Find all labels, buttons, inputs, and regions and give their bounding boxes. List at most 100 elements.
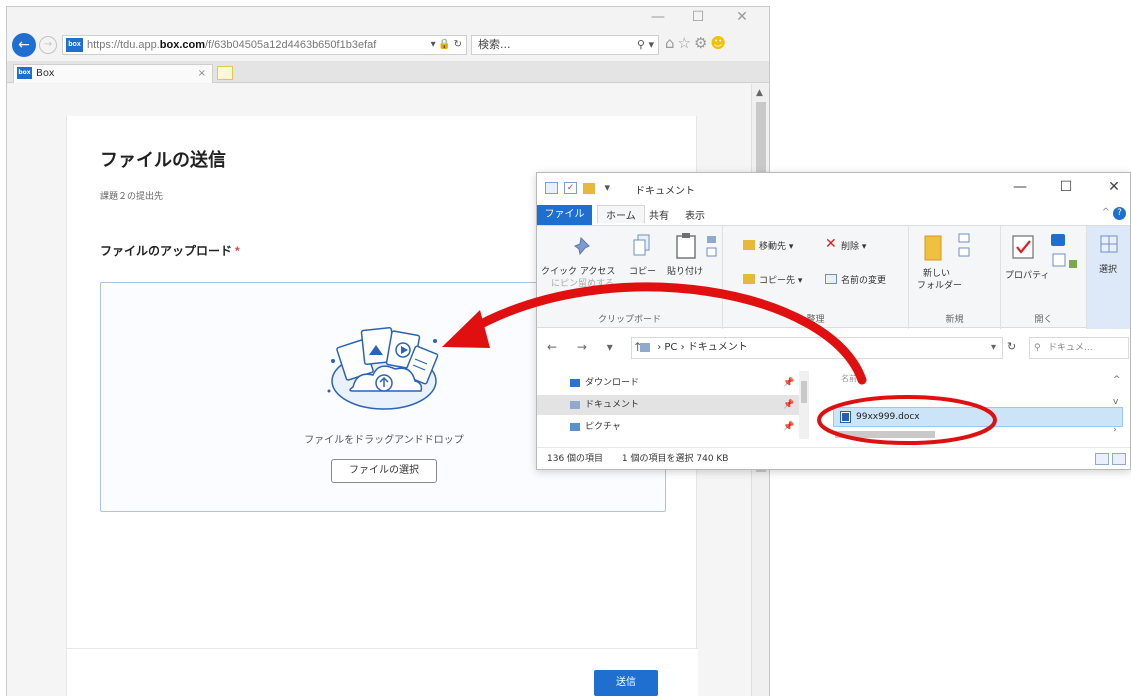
new-folder-line2[interactable]: フォルダー	[917, 278, 962, 291]
explorer-close-button[interactable]: ✕	[1099, 179, 1129, 195]
new-item-icon	[958, 233, 970, 257]
file-horizontal-scroll-thumb[interactable]	[835, 431, 935, 438]
help-icon[interactable]: ?	[1113, 207, 1126, 220]
file-row-docx[interactable]: 99xx999.docx	[833, 407, 1123, 427]
delete-icon: ✕	[825, 236, 837, 252]
select-grid-icon	[1100, 235, 1118, 253]
required-mark: *	[235, 244, 240, 258]
browser-close-button[interactable]: ✕	[727, 9, 757, 25]
explorer-path-bar[interactable]: › PC › ドキュメント ▾	[631, 337, 1003, 359]
ribbon-group-select: 選択	[1087, 226, 1130, 329]
pin-icon	[573, 236, 590, 256]
copy-button[interactable]: コピー	[629, 264, 656, 277]
browser-search-placeholder: 検索...	[478, 38, 511, 51]
select-button[interactable]: 選択	[1099, 262, 1117, 275]
nav-scroll-thumb[interactable]	[801, 381, 807, 403]
browser-tab-row: box Box ×	[7, 61, 769, 83]
delete-button[interactable]: 削除 ▾	[841, 239, 866, 252]
open-app-icons	[1051, 234, 1077, 268]
rename-button[interactable]: 名前の変更	[841, 273, 886, 286]
nav-item-label: ダウンロード	[585, 378, 640, 388]
explorer-search-input[interactable]: ⚲ ドキュメ...	[1029, 337, 1129, 359]
qa-dropdown-icon[interactable]: ▾	[605, 181, 611, 194]
screenshot-stage: — ☐ ✕ ← → box https://tdu.app.box.com/f/…	[0, 0, 1131, 696]
file-name: 99xx999.docx	[856, 412, 920, 422]
tab-view[interactable]: 表示	[685, 207, 705, 222]
lock-refresh-icon[interactable]: ▾ 🔒 ↻	[431, 36, 462, 54]
nav-pane-scrollbar[interactable]	[799, 371, 809, 439]
submit-button[interactable]: 送信	[594, 670, 658, 696]
folder-qa-icon[interactable]	[583, 182, 595, 194]
copy-to-icon	[743, 274, 755, 284]
tab-share[interactable]: 共有	[649, 207, 669, 222]
checkmark-qa-icon[interactable]: ✓	[564, 182, 577, 194]
documents-icon	[570, 401, 580, 409]
explorer-nav-pane: ダウンロード 📌 ドキュメント 📌 ピクチャ 📌	[537, 371, 807, 443]
details-view-icon[interactable]	[1095, 453, 1109, 465]
large-icons-view-icon[interactable]	[1112, 453, 1126, 465]
path-segment-documents[interactable]: ドキュメント	[688, 342, 748, 353]
nav-item-downloads[interactable]: ダウンロード 📌	[537, 373, 807, 393]
copy-to-button[interactable]: コピー先 ▾	[759, 273, 802, 286]
explorer-minimize-button[interactable]: —	[1005, 179, 1035, 195]
ribbon-group-new: 新しい フォルダー 新規	[909, 226, 1001, 329]
new-folder-icon	[924, 235, 942, 261]
address-bar[interactable]: box https://tdu.app.box.com/f/63b04505a1…	[62, 35, 467, 55]
pin-icon[interactable]: 📌	[783, 417, 794, 437]
explorer-title: ドキュメント	[635, 186, 695, 197]
properties-icon	[1012, 235, 1034, 259]
nav-item-label: ドキュメント	[585, 400, 640, 410]
paste-button[interactable]: 貼り付け	[667, 264, 703, 277]
properties-qa-icon[interactable]	[545, 182, 558, 194]
search-icon[interactable]: ⚲ ▾	[637, 36, 654, 54]
pin-icon[interactable]: 📌	[783, 395, 794, 415]
column-header-name[interactable]: 名前	[841, 373, 857, 384]
url-prefix: https://tdu.app.	[87, 39, 160, 51]
copy-icon	[633, 234, 650, 256]
word-doc-icon	[840, 411, 851, 423]
explorer-ribbon-tabs: ファイル ホーム 共有 表示 ^?	[537, 203, 1130, 225]
browser-maximize-button[interactable]: ☐	[683, 9, 713, 25]
box-tab-favicon-icon: box	[17, 67, 32, 79]
tab-file[interactable]: ファイル	[537, 205, 592, 225]
forward-button[interactable]: →	[39, 36, 57, 54]
quick-access-toolbar: ✓ ▾	[545, 181, 610, 194]
url-path: /f/63b04505a12d4463b650f1b3efaf	[205, 39, 377, 51]
path-sep-1: ›	[657, 342, 662, 353]
scroll-up-icon[interactable]: ▲	[756, 88, 763, 98]
browser-tab-box[interactable]: box Box ×	[13, 64, 213, 83]
home-star-gear-icon[interactable]: ⌂☆⚙	[665, 34, 710, 52]
move-to-icon	[743, 240, 755, 250]
status-selection: 1 個の項目を選択 740 KB	[621, 454, 729, 464]
browser-search-input[interactable]: 検索... ⚲ ▾	[471, 35, 659, 55]
pin-quick-access-line2: にピン留めする	[551, 279, 615, 289]
browser-toolbar-icons: ⌂☆⚙☻	[665, 34, 729, 52]
pin-icon[interactable]: 📌	[783, 373, 794, 393]
properties-button[interactable]: プロパティ	[1005, 268, 1049, 281]
form-subtitle: 課題２の提出先	[100, 192, 164, 202]
path-dropdown-icon[interactable]: ▾	[991, 338, 996, 358]
feedback-smiley-icon[interactable]: ☻	[710, 34, 729, 52]
tab-close-icon[interactable]: ×	[198, 65, 206, 82]
file-scroll-down-icon[interactable]: v	[1113, 397, 1118, 407]
nav-item-pictures[interactable]: ピクチャ 📌	[537, 417, 807, 437]
move-to-button[interactable]: 移動先 ▾	[759, 239, 793, 252]
browser-titlebar: — ☐ ✕	[7, 7, 769, 31]
browser-minimize-button[interactable]: —	[643, 9, 673, 25]
nav-item-documents[interactable]: ドキュメント 📌	[537, 395, 807, 415]
new-tab-button[interactable]	[217, 66, 233, 80]
ribbon-collapse-icon[interactable]: ^	[1102, 207, 1110, 218]
explorer-ribbon: クイック アクセス にピン留めする コピー 貼り付け クリップボード 移動先 ▾…	[537, 225, 1130, 329]
tab-home[interactable]: ホーム	[597, 205, 645, 223]
file-scroll-up-icon[interactable]: ^	[1113, 375, 1121, 385]
refresh-icon[interactable]: ↻	[1007, 340, 1016, 353]
select-file-button[interactable]: ファイルの選択	[331, 459, 437, 483]
back-button[interactable]: ←	[12, 33, 36, 57]
file-scroll-right-icon[interactable]: ›	[1113, 425, 1117, 435]
url-host: box.com	[159, 39, 206, 51]
form-footer: 送信	[67, 648, 698, 696]
path-segment-pc[interactable]: PC	[664, 342, 677, 353]
rename-icon	[825, 274, 837, 284]
explorer-maximize-button[interactable]: ☐	[1051, 179, 1081, 195]
paste-icon	[676, 233, 696, 259]
